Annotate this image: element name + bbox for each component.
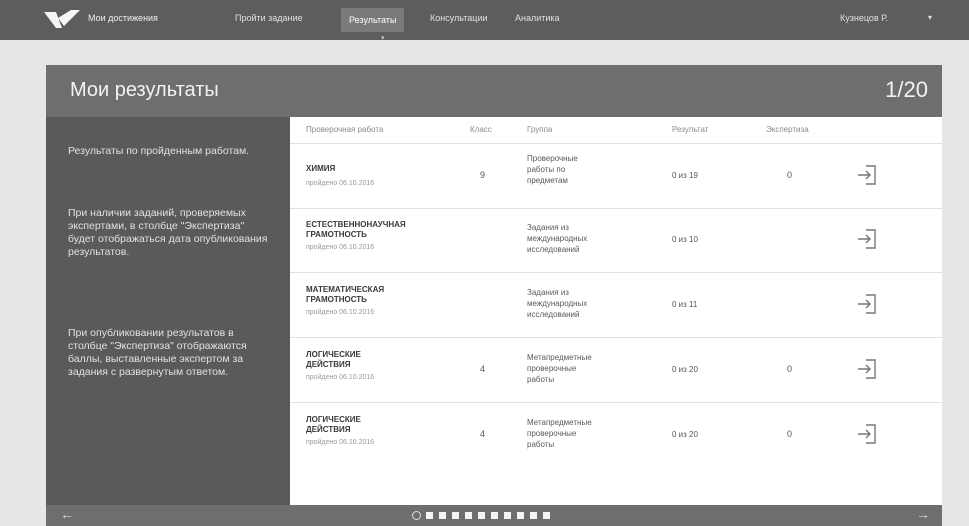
brand-link[interactable]: Мои достижения: [88, 13, 158, 23]
group-cell: Метапредметные проверочные работы: [527, 418, 592, 449]
result-cell: 0 из 19: [672, 171, 698, 180]
top-navigation-bar: Мои достижения Пройти задание Результаты…: [0, 0, 969, 42]
logo-icon[interactable]: [44, 9, 80, 31]
class-cell: 4: [480, 364, 486, 374]
page-dot[interactable]: [543, 512, 550, 519]
work-name: ХИМИЯ: [306, 164, 336, 173]
user-menu-caret[interactable]: ▾: [928, 13, 932, 22]
work-date: пройдено 06.10.2016: [306, 374, 375, 381]
info-sidebar: Результаты по пройденным работам. При на…: [46, 117, 290, 505]
result-cell: 0 из 11: [672, 300, 698, 309]
page-dot[interactable]: [530, 512, 537, 519]
nav-take-test[interactable]: Пройти задание: [235, 13, 303, 23]
page-dot[interactable]: [491, 512, 498, 519]
expertise-cell: 0: [787, 364, 793, 374]
result-cell: 0 из 10: [672, 235, 698, 244]
expertise-cell: 0: [787, 429, 793, 439]
table-row: ХИМИЯ пройдено 06.10.2016 9 Проверочные …: [290, 143, 942, 209]
group-cell: Метапредметные проверочные работы: [527, 353, 592, 384]
work-date: пройдено 06.10.2016: [306, 180, 375, 187]
work-date: пройдено 06.10.2016: [306, 439, 375, 446]
class-cell: 9: [480, 170, 486, 180]
open-result-icon[interactable]: [856, 293, 878, 315]
group-cell: Проверочные работы по предметам: [527, 154, 578, 185]
class-cell: 4: [480, 429, 486, 439]
open-result-icon[interactable]: [856, 423, 878, 445]
results-table: Проверочная работа Класс Группа Результа…: [290, 117, 942, 505]
column-header-expertise: Экспертиза: [766, 125, 809, 134]
work-name: ЛОГИЧЕСКИЕ ДЕЙСТВИЯ: [306, 415, 361, 434]
work-date: пройдено 06.10.2016: [306, 244, 375, 251]
column-header-result: Результат: [672, 125, 709, 134]
active-nav-indicator: ▾: [381, 35, 385, 42]
page-dot[interactable]: [426, 512, 433, 519]
page-counter: 1/20: [885, 77, 928, 102]
result-cell: 0 из 20: [672, 365, 698, 374]
sidebar-paragraph-2: При наличии заданий, проверяемых эксперт…: [68, 207, 268, 258]
table-row: ЛОГИЧЕСКИЕ ДЕЙСТВИЯ пройдено 06.10.2016 …: [290, 338, 942, 403]
column-header-class: Класс: [470, 125, 492, 134]
sidebar-paragraph-3: При опубликовании результатов в столбце …: [68, 327, 247, 378]
results-panel-header: Мои результаты 1/20: [46, 65, 942, 117]
pagination-bar: ← →: [46, 505, 942, 526]
nav-results[interactable]: Результаты: [341, 8, 405, 32]
page-dot[interactable]: [517, 512, 524, 519]
open-result-icon[interactable]: [856, 228, 878, 250]
table-row: ЛОГИЧЕСКИЕ ДЕЙСТВИЯ пройдено 06.10.2016 …: [290, 403, 942, 467]
group-cell: Задания из международных исследований: [527, 288, 588, 319]
sidebar-paragraph-1: Результаты по пройденным работам.: [68, 145, 250, 157]
work-name: ЛОГИЧЕСКИЕ ДЕЙСТВИЯ: [306, 350, 361, 369]
arrow-right-icon[interactable]: →: [916, 506, 930, 522]
column-header-group: Группа: [527, 125, 553, 134]
column-header-work: Проверочная работа: [306, 125, 384, 134]
open-result-icon[interactable]: [856, 164, 878, 186]
work-name: ЕСТЕСТВЕННОНАУЧНАЯ ГРАМОТНОСТЬ: [306, 220, 406, 239]
page-title: Мои результаты: [70, 79, 219, 101]
page-dot-current[interactable]: [412, 511, 421, 520]
page-dot[interactable]: [504, 512, 511, 519]
nav-analytics[interactable]: Аналитика: [515, 13, 560, 23]
page-dot[interactable]: [439, 512, 446, 519]
group-cell: Задания из международных исследований: [527, 223, 588, 254]
table-row: МАТЕМАТИЧЕСКАЯ ГРАМОТНОСТЬ пройдено 06.1…: [290, 273, 942, 338]
work-name: МАТЕМАТИЧЕСКАЯ ГРАМОТНОСТЬ: [306, 285, 385, 304]
page-dot[interactable]: [465, 512, 472, 519]
open-result-icon[interactable]: [856, 358, 878, 380]
user-menu[interactable]: Кузнецов Р.: [840, 13, 888, 23]
table-row: ЕСТЕСТВЕННОНАУЧНАЯ ГРАМОТНОСТЬ пройдено …: [290, 208, 942, 273]
arrow-left-icon[interactable]: ←: [60, 506, 74, 522]
page-dot[interactable]: [478, 512, 485, 519]
result-cell: 0 из 20: [672, 430, 698, 439]
page-dot[interactable]: [452, 512, 459, 519]
expertise-cell: 0: [787, 170, 793, 180]
work-date: пройдено 06.10.2016: [306, 309, 375, 316]
nav-consultations[interactable]: Консультации: [430, 13, 488, 23]
